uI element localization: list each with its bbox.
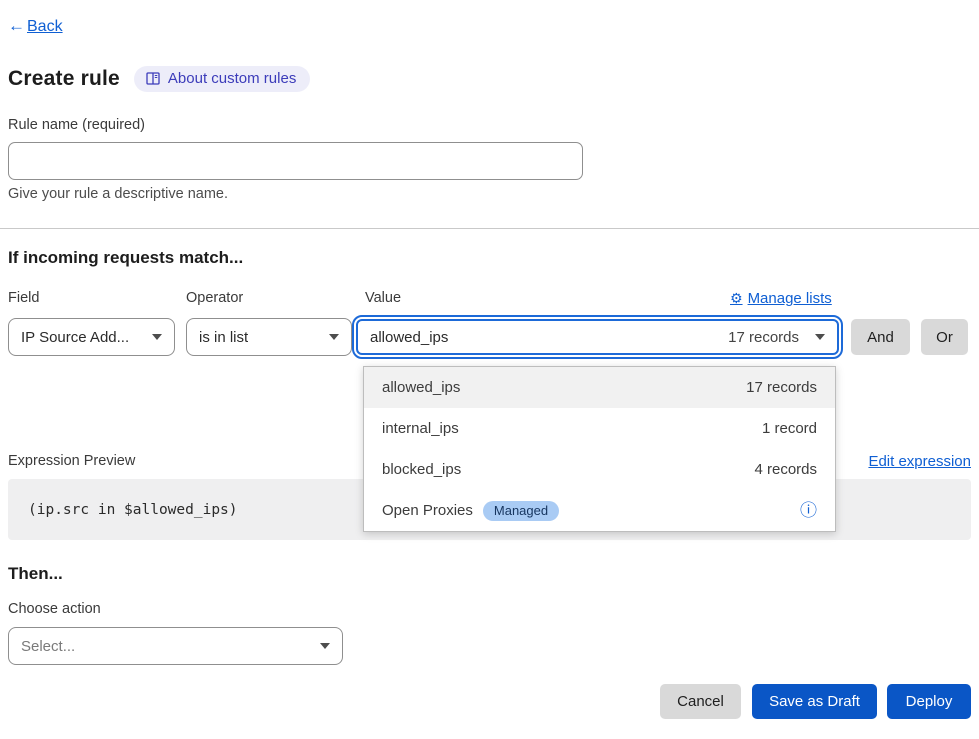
list-item-name: blocked_ips [382, 461, 461, 478]
back-link-label: Back [27, 18, 63, 35]
list-item-blocked-ips[interactable]: blocked_ips 4 records [364, 449, 835, 490]
list-item-meta: 4 records [754, 461, 817, 478]
field-select-value: IP Source Add... [21, 329, 129, 346]
list-item-internal-ips[interactable]: internal_ips 1 record [364, 408, 835, 449]
list-item-name: internal_ips [382, 420, 459, 437]
field-label: Field [8, 290, 39, 306]
field-select[interactable]: IP Source Add... [8, 318, 175, 356]
manage-lists-label: Manage lists [748, 290, 832, 307]
section-divider [0, 228, 979, 229]
info-icon[interactable]: ⓘ [800, 502, 817, 519]
save-draft-button[interactable]: Save as Draft [752, 684, 877, 719]
expression-code: (ip.src in $allowed_ips) [28, 502, 238, 518]
page-title: Create rule [8, 67, 120, 91]
action-select-placeholder: Select... [21, 638, 75, 655]
list-item-meta: 17 records [746, 379, 817, 396]
gear-icon: ⚙ [730, 290, 743, 307]
list-item-allowed-ips[interactable]: allowed_ips 17 records [364, 367, 835, 408]
operator-select[interactable]: is in list [186, 318, 352, 356]
list-item-name: allowed_ips [382, 379, 460, 396]
list-dropdown: allowed_ips 17 records internal_ips 1 re… [363, 366, 836, 532]
about-custom-rules-link[interactable]: About custom rules [134, 66, 310, 92]
list-item-name: Open Proxies [382, 502, 473, 519]
rule-name-label: Rule name (required) [8, 117, 145, 133]
match-heading: If incoming requests match... [8, 248, 243, 268]
or-button[interactable]: Or [921, 319, 968, 355]
rule-name-helper: Give your rule a descriptive name. [8, 186, 228, 202]
rule-name-input[interactable] [8, 142, 583, 180]
value-input[interactable] [370, 329, 720, 346]
chevron-down-icon[interactable] [815, 334, 825, 340]
deploy-button[interactable]: Deploy [887, 684, 971, 719]
operator-label: Operator [186, 290, 243, 306]
action-select[interactable]: Select... [8, 627, 343, 665]
edit-expression-link[interactable]: Edit expression [868, 453, 971, 470]
chevron-down-icon [329, 334, 339, 340]
title-row: Create rule About custom rules [8, 66, 310, 92]
value-combobox[interactable]: 17 records [352, 315, 843, 359]
back-arrow-icon: ← [8, 16, 25, 36]
expression-preview-label: Expression Preview [8, 453, 135, 469]
value-label: Value [365, 290, 401, 306]
back-link[interactable]: ←Back [8, 16, 63, 36]
operator-select-value: is in list [199, 329, 248, 346]
managed-badge: Managed [483, 501, 559, 521]
cancel-button[interactable]: Cancel [660, 684, 741, 719]
then-heading: Then... [8, 564, 63, 584]
list-item-open-proxies[interactable]: Open Proxies Managed ⓘ [364, 490, 835, 531]
choose-action-label: Choose action [8, 601, 101, 617]
value-records-count: 17 records [728, 329, 799, 346]
manage-lists-link[interactable]: ⚙ Manage lists [730, 290, 832, 307]
create-rule-page: ←Back Create rule About custom rules Rul… [0, 0, 979, 739]
list-item-meta: 1 record [762, 420, 817, 437]
chevron-down-icon [320, 643, 330, 649]
chevron-down-icon [152, 334, 162, 340]
about-custom-rules-label: About custom rules [168, 70, 296, 87]
book-icon [146, 72, 160, 85]
and-button[interactable]: And [851, 319, 910, 355]
